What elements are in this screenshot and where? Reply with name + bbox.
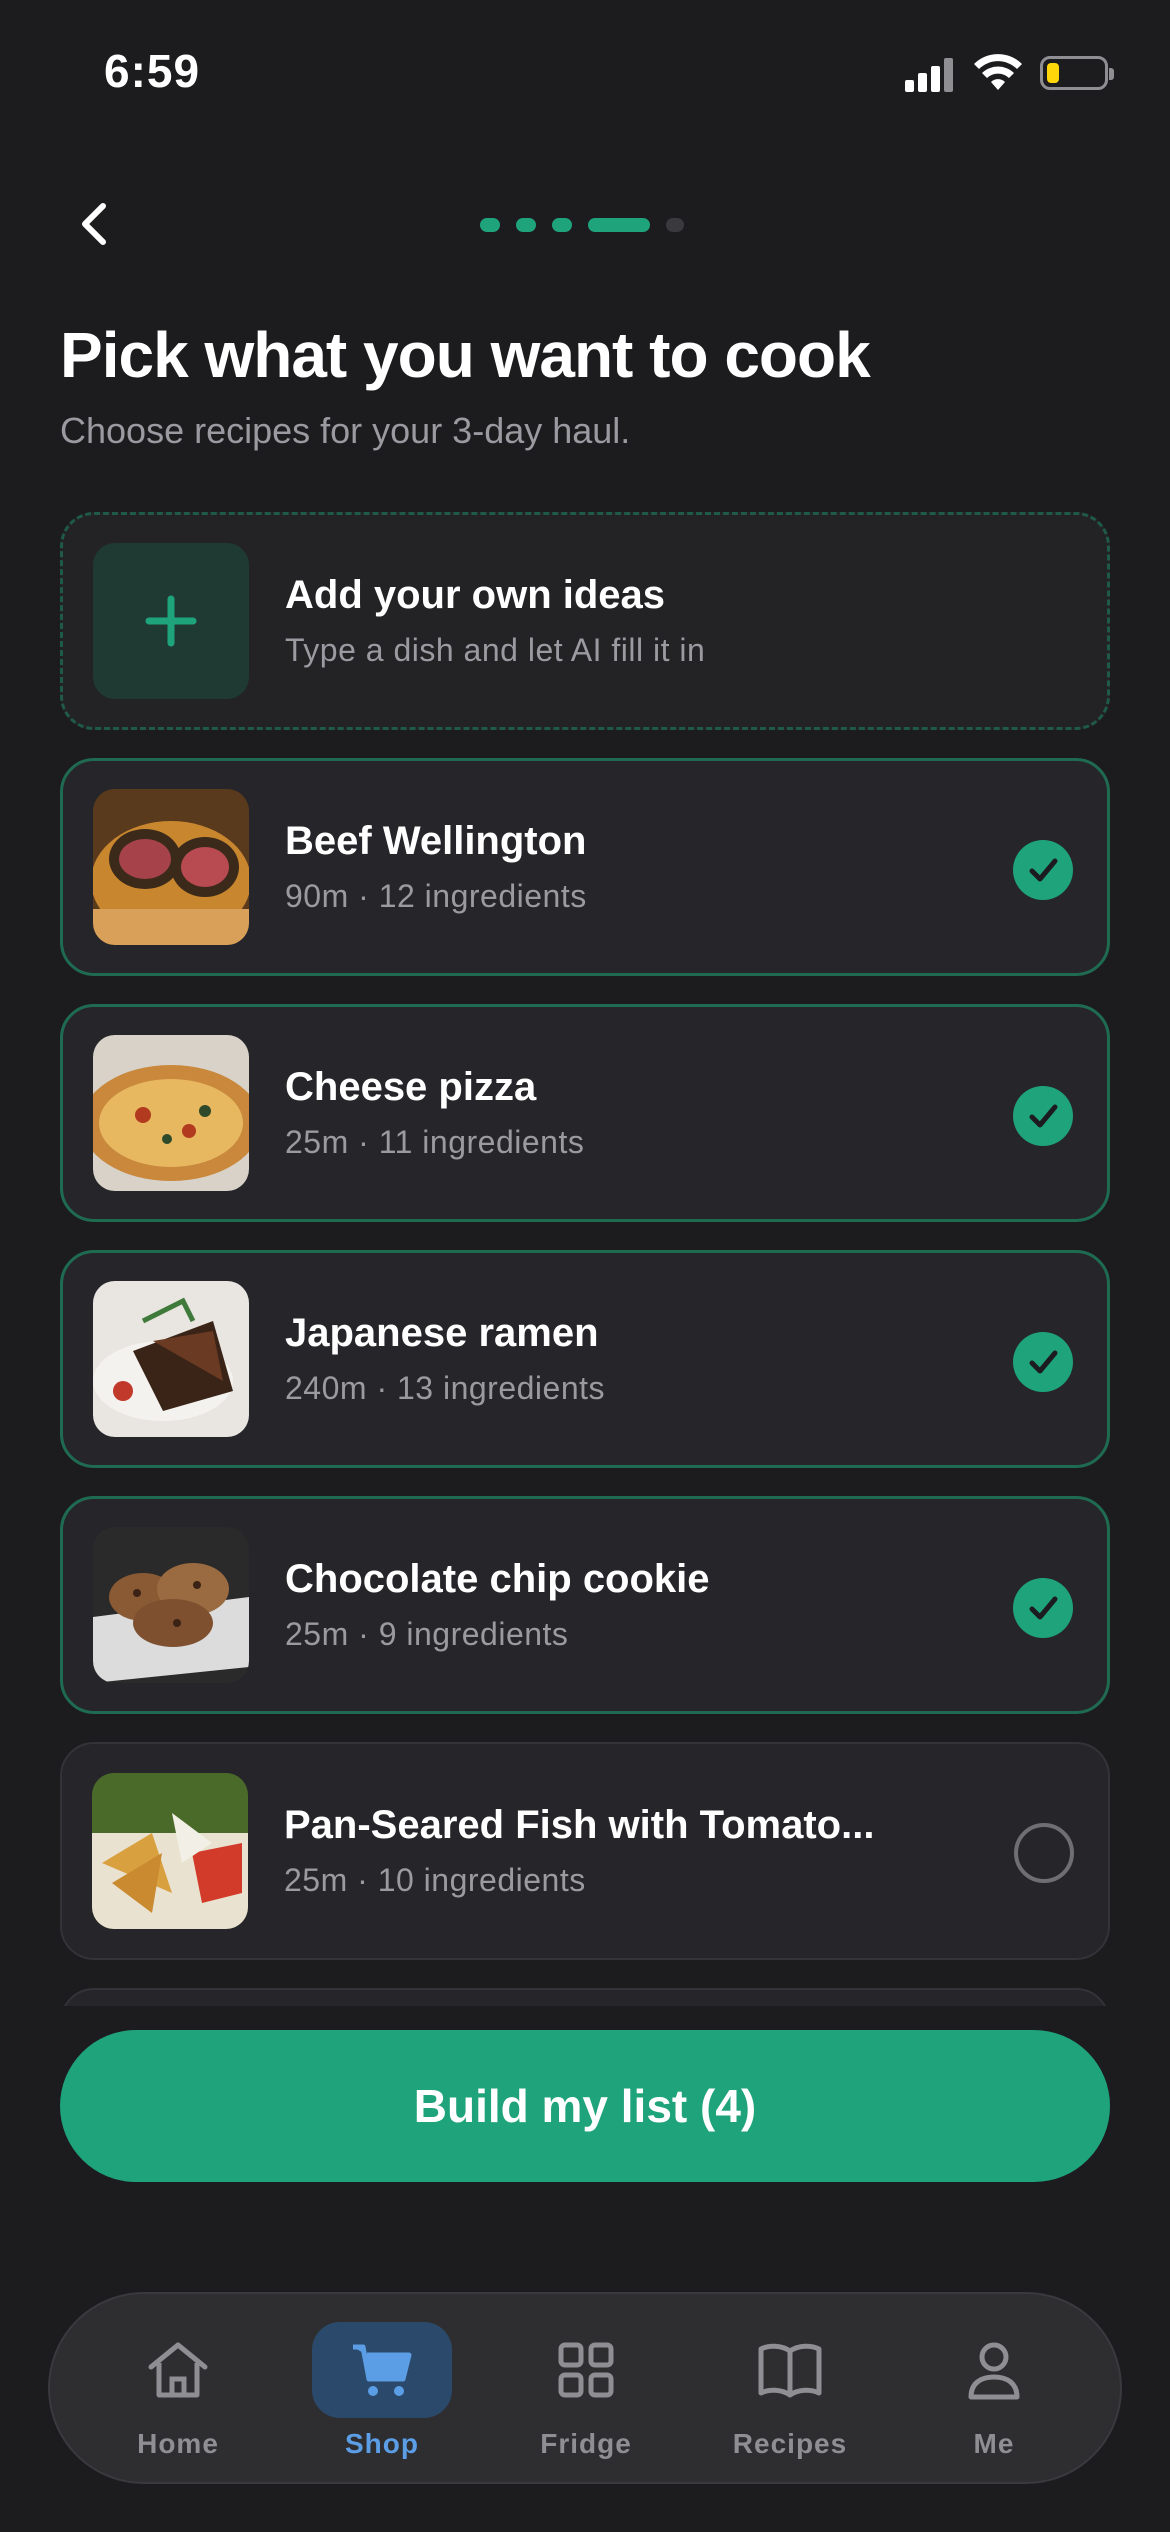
recipe-card-japanese-ramen[interactable]: Japanese ramen 240m · 13 ingredients (60, 1250, 1110, 1468)
chevron-left-icon (82, 203, 106, 245)
page-subtitle: Choose recipes for your 3-day haul. (60, 410, 631, 451)
recipe-name: Pan-Seared Fish with Tomato... (284, 1803, 875, 1847)
recipe-meta: 90m · 12 ingredients (285, 878, 587, 914)
back-button[interactable] (66, 196, 122, 252)
recipe-meta: 25m · 10 ingredients (284, 1862, 586, 1898)
recipe-card-partial[interactable] (60, 1988, 1110, 2006)
recipe-card-pan-seared-fish[interactable]: Pan-Seared Fish with Tomato... 25m · 10 … (60, 1742, 1110, 1960)
tab-label: Home (137, 2428, 219, 2459)
recipe-card-cheese-pizza[interactable]: Cheese pizza 25m · 11 ingredients (60, 1004, 1110, 1222)
selected-checkmark-icon[interactable] (1013, 1086, 1073, 1146)
recipe-card-beef-wellington[interactable]: Beef Wellington 90m · 12 ingredients (60, 758, 1110, 976)
progress-dot (480, 218, 500, 232)
person-icon (968, 2342, 1020, 2400)
recipe-thumbnail (92, 1773, 248, 1929)
recipe-name: Beef Wellington (285, 819, 587, 863)
cart-icon (353, 2344, 412, 2396)
tab-shop[interactable]: Shop (282, 2294, 482, 2486)
unselected-circle-icon[interactable] (1014, 1823, 1074, 1883)
tab-me[interactable]: Me (894, 2294, 1094, 2486)
recipe-name: Japanese ramen (285, 1311, 599, 1355)
cellular-signal-icon (905, 58, 955, 92)
add-card-subtitle: Type a dish and let AI fill it in (285, 632, 706, 668)
plus-icon (145, 595, 197, 647)
tab-label: Recipes (732, 2428, 848, 2459)
recipe-card-chocolate-chip-cookie[interactable]: Chocolate chip cookie 25m · 9 ingredient… (60, 1496, 1110, 1714)
progress-dot (516, 218, 536, 232)
recipe-meta: 25m · 9 ingredients (285, 1616, 569, 1652)
recipe-thumbnail (93, 1035, 249, 1191)
wifi-icon (974, 54, 1022, 90)
recipe-name: Chocolate chip cookie (285, 1557, 710, 1601)
grid-icon (558, 2342, 614, 2398)
recipe-name: Cheese pizza (285, 1065, 537, 1109)
add-tile (93, 543, 249, 699)
tab-recipes[interactable]: Recipes (690, 2294, 890, 2486)
recipe-list: Add your own ideas Type a dish and let A… (60, 512, 1110, 2006)
selected-checkmark-icon[interactable] (1013, 1332, 1073, 1392)
recipe-thumbnail (93, 789, 249, 945)
tab-home[interactable]: Home (78, 2294, 278, 2486)
build-list-button[interactable]: Build my list (4) (60, 2030, 1110, 2182)
selected-checkmark-icon[interactable] (1013, 1578, 1073, 1638)
book-icon (758, 2343, 822, 2398)
tab-label: Me (973, 2428, 1015, 2459)
tab-label: Fridge (540, 2428, 632, 2459)
recipe-thumbnail (93, 1281, 249, 1437)
bottom-tab-bar: Home Shop Fridge Recipes Me (48, 2292, 1122, 2484)
step-progress-indicator (480, 218, 700, 232)
status-bar: 6:59 (0, 0, 1170, 150)
recipe-thumbnail (93, 1527, 249, 1683)
progress-dot (666, 218, 684, 232)
battery-icon (1040, 56, 1114, 90)
selected-checkmark-icon[interactable] (1013, 840, 1073, 900)
tab-label: Shop (345, 2428, 419, 2459)
progress-dot-current (588, 218, 650, 232)
add-card-title: Add your own ideas (285, 573, 666, 617)
recipe-meta: 240m · 13 ingredients (285, 1370, 606, 1406)
add-own-ideas-card[interactable]: Add your own ideas Type a dish and let A… (60, 512, 1110, 730)
progress-dot (552, 218, 572, 232)
tab-fridge[interactable]: Fridge (486, 2294, 686, 2486)
house-icon (148, 2342, 208, 2398)
recipe-meta: 25m · 11 ingredients (285, 1124, 585, 1160)
page-title: Pick what you want to cook (60, 319, 871, 391)
status-time: 6:59 (104, 45, 201, 97)
